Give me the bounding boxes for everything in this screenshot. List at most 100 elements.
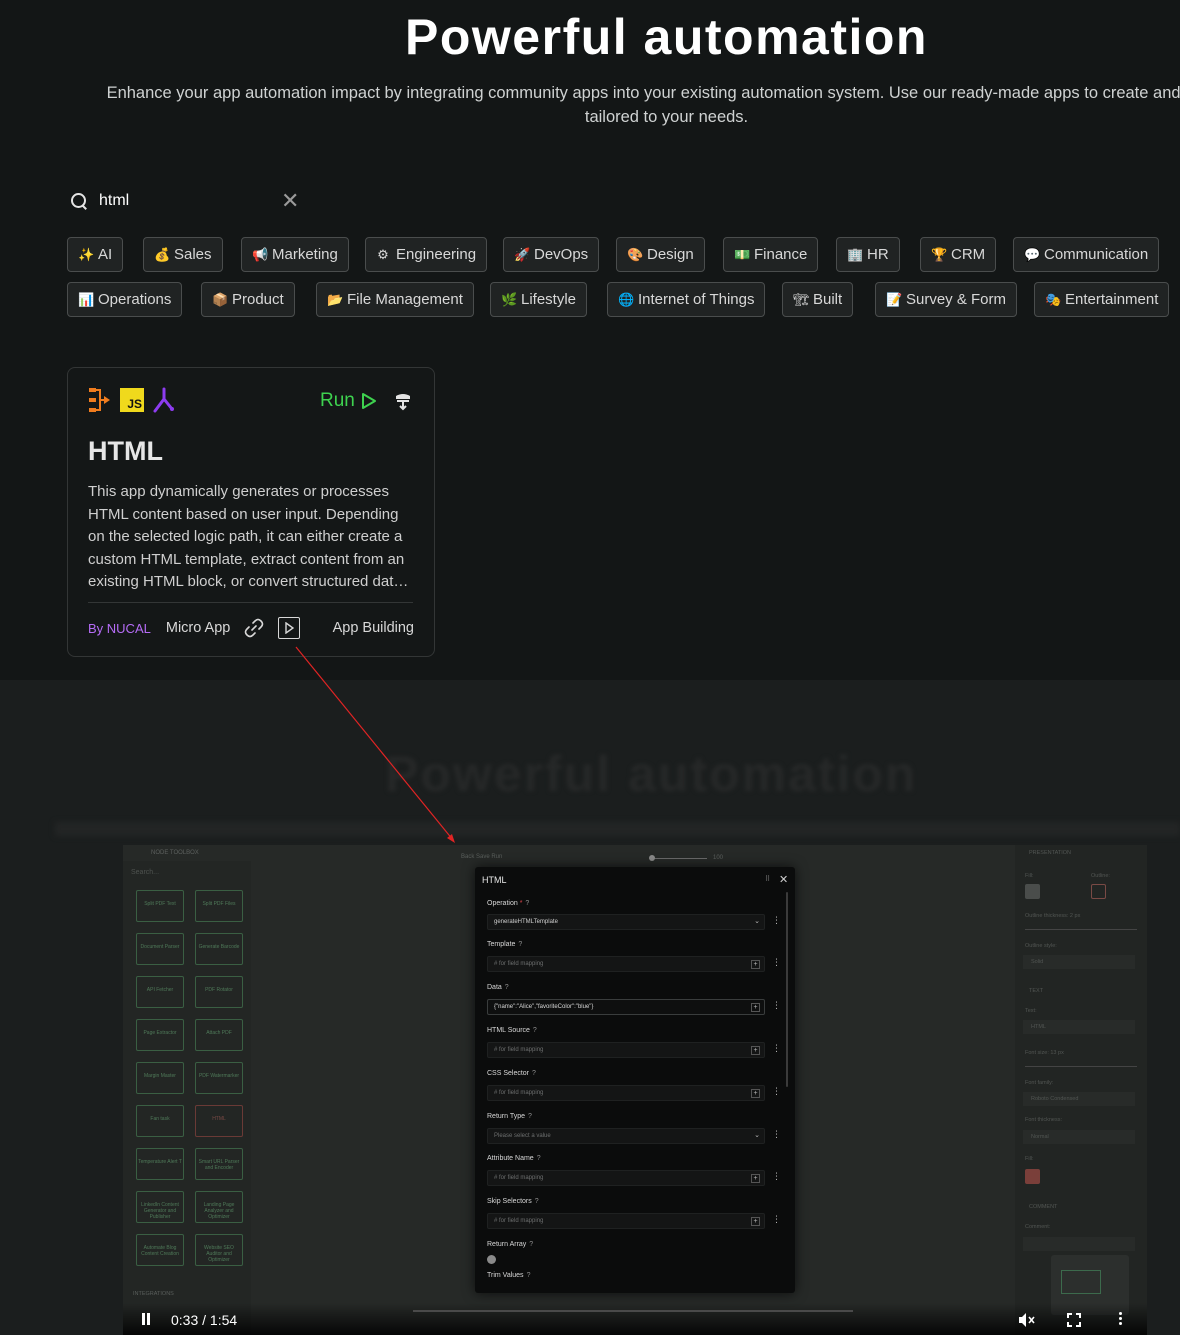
video-progress-bar[interactable]	[413, 1310, 853, 1312]
search-bar[interactable]: ✕	[67, 186, 303, 216]
category-chip-finance[interactable]: 💵 Finance	[723, 237, 819, 272]
skip-selectors-field[interactable]: # for field mapping +	[487, 1213, 765, 1229]
css-selector-label: CSS Selector?	[487, 1070, 536, 1077]
category-chip-label: Design	[647, 246, 694, 263]
category-chip-sales[interactable]: 💰 Sales	[143, 237, 223, 272]
category-chip-design[interactable]: 🎨 Design	[616, 237, 705, 272]
category-chip-file-management[interactable]: 📂 File Management	[316, 282, 474, 317]
speech-bubble-icon: 💬	[1024, 246, 1041, 262]
toolbox-node[interactable]: Attach PDF	[195, 1019, 243, 1051]
toolbox-node[interactable]: Fan task	[136, 1105, 184, 1137]
clear-search-icon[interactable]: ✕	[281, 190, 299, 212]
fullscreen-icon[interactable]	[1067, 1313, 1081, 1327]
css-selector-field[interactable]: # for field mapping +	[487, 1085, 765, 1101]
toolbox-node[interactable]: Temperature Alert T	[136, 1148, 184, 1180]
add-icon[interactable]: +	[751, 960, 760, 969]
category-chip-built[interactable]: 🏗 Built	[782, 282, 854, 317]
toolbox-node[interactable]: PDF Watermarker	[195, 1062, 243, 1094]
toolbox-node[interactable]: Automate Blog Content Creation	[136, 1234, 184, 1266]
category-chip-product[interactable]: 📦 Product	[201, 282, 295, 317]
template-field[interactable]: # for field mapping +	[487, 956, 765, 972]
branch-icon	[153, 387, 174, 413]
add-icon[interactable]: +	[751, 1174, 760, 1183]
toolbox-node[interactable]: Split PDF Text	[136, 890, 184, 922]
close-icon[interactable]: ✕	[779, 873, 788, 886]
html-source-menu-icon[interactable]: ⋮	[772, 1043, 781, 1054]
operation-select[interactable]: generateHTMLTemplate ⌄	[487, 914, 765, 930]
comment-field	[1023, 1237, 1135, 1251]
toolbox-node[interactable]: API Fetcher	[136, 976, 184, 1008]
category-chip-hr[interactable]: 🏢 HR	[836, 237, 900, 272]
attribute-name-menu-icon[interactable]: ⋮	[772, 1171, 781, 1182]
run-button[interactable]: Run	[320, 390, 377, 412]
add-icon[interactable]: +	[751, 1089, 760, 1098]
category-chip-marketing[interactable]: 📢 Marketing	[241, 237, 349, 272]
toolbox-node[interactable]: LinkedIn Content Generator and Publisher	[136, 1191, 184, 1223]
drag-handle-icon[interactable]: ⠿	[765, 875, 770, 883]
html-node-dialog[interactable]: HTML ⠿ ✕ Operation *? generateHTMLTempla…	[475, 867, 795, 1293]
return-type-menu-icon[interactable]: ⋮	[772, 1129, 781, 1140]
operation-menu-icon[interactable]: ⋮	[772, 915, 781, 926]
toolbox-node[interactable]: Website SEO Auditor and Optimizer	[195, 1234, 243, 1266]
money-bag-icon: 💰	[154, 246, 171, 262]
text-fill-swatch	[1025, 1169, 1040, 1184]
skip-selectors-menu-icon[interactable]: ⋮	[772, 1214, 781, 1225]
category-chip-label: Communication	[1044, 246, 1149, 263]
toolbox-node[interactable]: PDF Rotator	[195, 976, 243, 1008]
add-icon[interactable]: +	[751, 1217, 760, 1226]
data-field[interactable]: {"name":"Alice","favoriteColor":"blue"} +	[487, 999, 765, 1015]
search-input[interactable]	[99, 192, 269, 210]
demo-video[interactable]: NODE TOOLBOX Back Save Run 100 Search...…	[123, 845, 1147, 1335]
add-icon[interactable]: +	[751, 1046, 760, 1055]
text-section-header: TEXT	[1029, 988, 1044, 994]
toolbox-node[interactable]: Smart URL Parser and Encoder	[195, 1148, 243, 1180]
more-options-icon[interactable]	[1119, 1312, 1123, 1327]
add-icon[interactable]: +	[751, 1003, 760, 1012]
category-chip-label: AI	[98, 246, 113, 263]
app-card-html[interactable]: JS Run HTML This app dynamically generat…	[67, 367, 435, 657]
toolbox-node[interactable]: Margin Master	[136, 1062, 184, 1094]
flow-node-icon	[89, 388, 110, 412]
category-chip-lifestyle[interactable]: 🌿 Lifestyle	[490, 282, 588, 317]
pause-icon[interactable]	[141, 1313, 151, 1325]
app-node-icons: JS	[88, 387, 174, 413]
category-chip-operations[interactable]: 📊 Operations	[67, 282, 183, 317]
font-thickness-label: Font thickness:	[1025, 1117, 1062, 1123]
category-chip-survey-form[interactable]: 📝 Survey & Form	[875, 282, 1018, 317]
dialog-scrollbar[interactable]	[786, 892, 788, 1087]
card-divider	[88, 602, 413, 603]
return-type-select[interactable]: Please select a value ⌄	[487, 1128, 765, 1144]
data-menu-icon[interactable]: ⋮	[772, 1000, 781, 1011]
category-chip-crm[interactable]: 🏆 CRM	[920, 237, 997, 272]
install-icon[interactable]	[393, 391, 413, 411]
run-label: Run	[320, 390, 355, 411]
outline-swatch	[1091, 884, 1106, 899]
toolbox-node[interactable]: Document Parser	[136, 933, 184, 965]
toolbox-node[interactable]: Landing Page Analyzer and Optimizer	[195, 1191, 243, 1223]
comment-section-header: COMMENT	[1029, 1204, 1058, 1210]
link-icon[interactable]	[244, 618, 264, 638]
toolbox-node[interactable]: Split PDF Files	[195, 890, 243, 922]
return-array-toggle[interactable]	[487, 1255, 496, 1264]
dialog-title: HTML	[482, 875, 507, 885]
html-source-field[interactable]: # for field mapping +	[487, 1042, 765, 1058]
category-chip-entertainment[interactable]: 🎭 Entertainment	[1034, 282, 1170, 317]
toolbox-node[interactable]: Page Extractor	[136, 1019, 184, 1051]
video-demo-icon[interactable]	[278, 617, 301, 639]
toolbox-node[interactable]: Generate Barcode	[195, 933, 243, 965]
attribute-name-field[interactable]: # for field mapping +	[487, 1170, 765, 1186]
category-chip-label: Operations	[98, 291, 172, 308]
package-icon: 📦	[212, 291, 229, 307]
category-chip-communication[interactable]: 💬 Communication	[1013, 237, 1160, 272]
category-chip-engineering[interactable]: ⚙ Engineering	[365, 237, 488, 272]
category-chip-label: Finance	[754, 246, 808, 263]
toolbox-node[interactable]: HTML	[195, 1105, 243, 1137]
category-chip-ai[interactable]: ✨ AI	[67, 237, 124, 272]
category-chip-devops[interactable]: 🚀 DevOps	[503, 237, 600, 272]
css-selector-menu-icon[interactable]: ⋮	[772, 1086, 781, 1097]
template-menu-icon[interactable]: ⋮	[772, 957, 781, 968]
category-chip-internet-of-things[interactable]: 🌐 Internet of Things	[607, 282, 766, 317]
folder-icon: 📂	[327, 291, 344, 307]
author-link[interactable]: By NUCAL	[88, 621, 151, 636]
mute-icon[interactable]	[1018, 1312, 1036, 1328]
